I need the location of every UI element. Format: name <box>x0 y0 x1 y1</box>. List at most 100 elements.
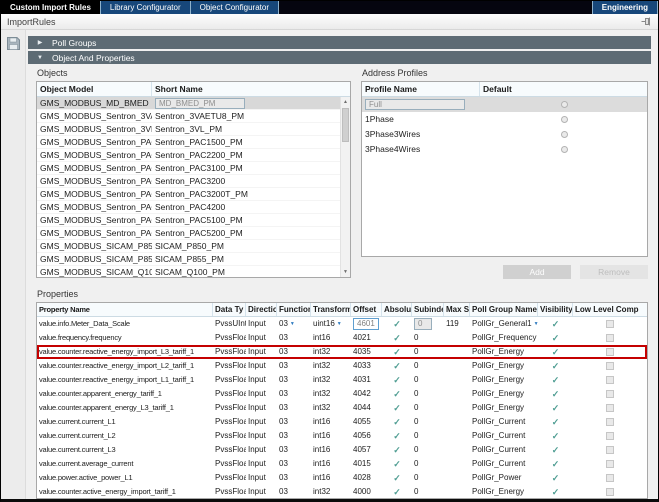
low-level-checkbox[interactable] <box>606 390 614 398</box>
main-area: ▶ Poll Groups ▼ Object And Properties Ob… <box>26 30 658 499</box>
low-level-checkbox[interactable] <box>606 362 614 370</box>
poll-group-cell: PollGr_Power <box>470 471 538 485</box>
object-row[interactable]: GMS_MODBUS_Sentron_PAC3100Sentron_PAC310… <box>37 162 340 175</box>
property-row[interactable]: value.current.average_currentPvssFloaInp… <box>37 457 647 471</box>
objects-scrollbar[interactable]: ▲ ▼ <box>340 97 350 277</box>
offset-cell: 4021 <box>351 331 382 345</box>
properties-column-header[interactable]: Function <box>277 303 311 316</box>
save-icon[interactable] <box>6 36 22 51</box>
object-row[interactable]: GMS_MODBUS_Sentron_PAC2200Sentron_PAC220… <box>37 149 340 162</box>
object-row[interactable]: GMS_MODBUS_Sentron_PAC5100Sentron_PAC510… <box>37 214 340 227</box>
profile-row[interactable]: 3Phase3Wires <box>362 127 647 142</box>
properties-column-header[interactable]: Directio <box>246 303 277 316</box>
profile-default-cell <box>480 112 647 127</box>
scroll-up-icon[interactable]: ▲ <box>341 97 350 107</box>
properties-column-header[interactable]: Visibility <box>538 303 573 316</box>
profile-row[interactable]: 1Phase <box>362 112 647 127</box>
scrollbar-thumb[interactable] <box>342 108 349 142</box>
function-combo[interactable]: 03▼ <box>279 317 295 331</box>
visibility-cell: ✓ <box>538 443 573 457</box>
object-row[interactable]: GMS_MODBUS_SICAM_Q100SICAM_Q100_PM <box>37 266 340 278</box>
tab-library-configurator[interactable]: Library Configurator <box>101 1 191 14</box>
low-level-checkbox[interactable] <box>606 320 614 328</box>
property-row[interactable]: value.current.current_L3PvssFloaInput03i… <box>37 443 647 457</box>
column-header-default[interactable]: Default <box>480 82 647 96</box>
properties-column-header[interactable]: Property Name <box>37 303 213 316</box>
tab-engineering[interactable]: Engineering <box>592 1 658 14</box>
property-row[interactable]: value.counter.apparent_energy_L3_tariff_… <box>37 401 647 415</box>
property-row[interactable]: value.frequency.frequencyPvssFloaInput03… <box>37 331 647 345</box>
transformation-cell: int16 <box>311 429 351 443</box>
low-level-checkbox[interactable] <box>606 376 614 384</box>
remove-button[interactable]: Remove <box>580 265 648 279</box>
object-row[interactable]: GMS_MODBUS_Sentron_3VAETU8Sentron_3VAETU… <box>37 110 340 123</box>
column-header-short-name[interactable]: Short Name <box>152 82 350 96</box>
transformation-combo[interactable]: uint16▼ <box>313 317 342 331</box>
properties-column-header[interactable]: Offset <box>351 303 382 316</box>
low-level-checkbox[interactable] <box>606 404 614 412</box>
default-radio[interactable] <box>561 101 568 108</box>
tab-object-configurator[interactable]: Object Configurator <box>191 1 279 14</box>
properties-column-header[interactable]: Transforma <box>311 303 351 316</box>
column-header-object-model[interactable]: Object Model <box>37 82 152 96</box>
low-level-checkbox[interactable] <box>606 460 614 468</box>
offset-editor[interactable]: 4601 <box>353 318 379 330</box>
property-row[interactable]: value.counter.active_energy_import_tarif… <box>37 485 647 499</box>
properties-column-header[interactable]: Subinde <box>412 303 444 316</box>
add-button[interactable]: Add <box>503 265 571 279</box>
object-row[interactable]: GMS_MODBUS_Sentron_3VLSentron_3VL_PM <box>37 123 340 136</box>
low-level-checkbox[interactable] <box>606 446 614 454</box>
profile-row[interactable]: 3Phase4Wires <box>362 142 647 157</box>
property-row[interactable]: value.current.current_L1PvssFloaInput03i… <box>37 415 647 429</box>
profile-row[interactable]: Full <box>362 97 647 112</box>
property-row[interactable]: value.counter.apparent_energy_tariff_1Pv… <box>37 387 647 401</box>
object-row[interactable]: GMS_MODBUS_Sentron_PAC1500Sentron_PAC150… <box>37 136 340 149</box>
section-poll-groups[interactable]: ▶ Poll Groups <box>28 36 651 49</box>
property-row[interactable]: value.counter.reactive_energy_import_L2_… <box>37 359 647 373</box>
short-name-editor[interactable]: MD_BMED_PM <box>155 98 245 109</box>
properties-column-header[interactable]: Absolu <box>382 303 412 316</box>
transformation-cell: int32 <box>311 345 351 359</box>
offset-cell: 4044 <box>351 401 382 415</box>
max-cell <box>444 373 470 387</box>
properties-column-header[interactable]: Poll Group Name <box>470 303 538 316</box>
property-row[interactable]: value.counter.reactive_energy_import_L1_… <box>37 373 647 387</box>
low-level-checkbox[interactable] <box>606 432 614 440</box>
poll-group-combo[interactable]: PollGr_General1▼ <box>472 317 538 331</box>
direction-cell: Input <box>246 317 277 331</box>
default-radio[interactable] <box>561 146 568 153</box>
tab-custom-import-rules[interactable]: Custom Import Rules <box>1 1 101 14</box>
object-row[interactable]: GMS_MODBUS_MD_BMEDMD_BMED_PM <box>37 97 340 110</box>
low-level-checkbox[interactable] <box>606 334 614 342</box>
short-name-cell: SICAM_P855_PM <box>152 253 340 265</box>
low-level-checkbox[interactable] <box>606 474 614 482</box>
object-row[interactable]: GMS_MODBUS_Sentron_PAC3200Sentron_PAC320… <box>37 175 340 188</box>
properties-column-header[interactable]: Max S <box>444 303 470 316</box>
section-object-and-properties[interactable]: ▼ Object And Properties <box>28 51 651 64</box>
property-name-cell: value.counter.active_energy_import_tarif… <box>37 485 213 499</box>
default-radio[interactable] <box>561 131 568 138</box>
object-row[interactable]: GMS_MODBUS_SICAM_P850SICAM_P850_PM <box>37 240 340 253</box>
properties-column-header[interactable]: Data Ty <box>213 303 246 316</box>
profile-name-editor[interactable]: Full <box>365 99 465 110</box>
properties-column-header[interactable]: Low Level Comp <box>573 303 647 316</box>
property-row[interactable]: value.counter.reactive_energy_import_L3_… <box>37 345 647 359</box>
property-row[interactable]: value.power.active_power_L1PvssFloaInput… <box>37 471 647 485</box>
object-row[interactable]: GMS_MODBUS_Sentron_PAC3200TSentron_PAC32… <box>37 188 340 201</box>
default-radio[interactable] <box>561 116 568 123</box>
subindex-editor[interactable]: 0 <box>414 318 432 330</box>
low-level-checkbox[interactable] <box>606 418 614 426</box>
property-row[interactable]: value.current.current_L2PvssFloaInput03i… <box>37 429 647 443</box>
property-row[interactable]: value.info.Meter_Data_ScalePvssUIntInput… <box>37 317 647 331</box>
low-level-checkbox[interactable] <box>606 348 614 356</box>
object-row[interactable]: GMS_MODBUS_Sentron_PAC5200Sentron_PAC520… <box>37 227 340 240</box>
column-header-profile-name[interactable]: Profile Name <box>362 82 480 96</box>
function-cell: 03 <box>277 387 311 401</box>
low-level-checkbox[interactable] <box>606 488 614 496</box>
max-cell <box>444 359 470 373</box>
scroll-down-icon[interactable]: ▼ <box>341 267 350 277</box>
pin-icon[interactable] <box>641 16 652 27</box>
object-row[interactable]: GMS_MODBUS_SICAM_P855SICAM_P855_PM <box>37 253 340 266</box>
object-row[interactable]: GMS_MODBUS_Sentron_PAC4200Sentron_PAC420… <box>37 201 340 214</box>
object-model-cell: GMS_MODBUS_MD_BMED <box>37 97 152 109</box>
